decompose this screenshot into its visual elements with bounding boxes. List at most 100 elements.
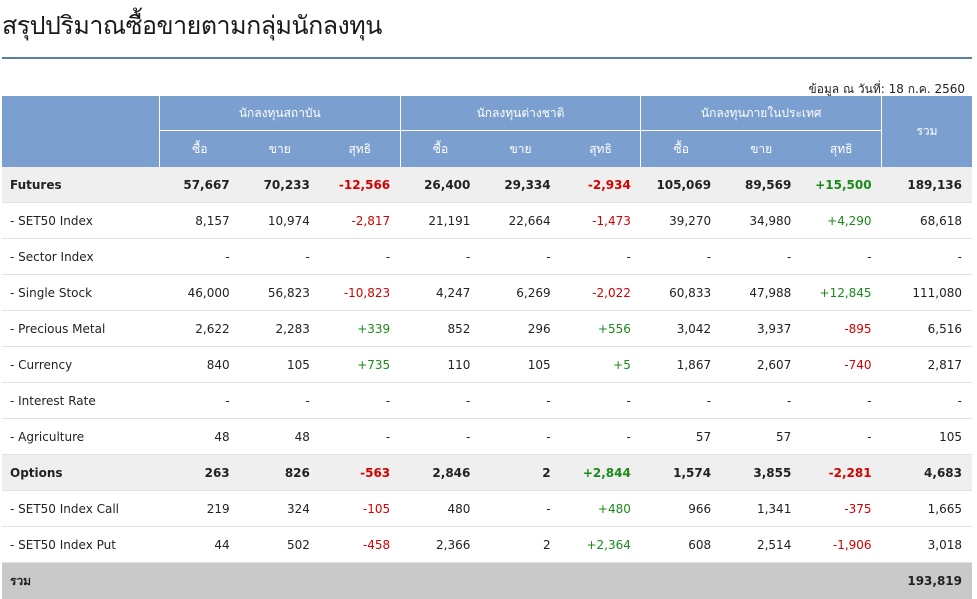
table-cell: 324 bbox=[240, 491, 320, 527]
table-cell: 2,283 bbox=[240, 311, 320, 347]
table-cell: 26,400 bbox=[400, 167, 480, 203]
table-cell: 502 bbox=[240, 527, 320, 563]
row-label: - SET50 Index Call bbox=[2, 491, 159, 527]
table-row: - Interest Rate---------- bbox=[2, 383, 972, 419]
table-cell bbox=[801, 563, 881, 599]
net-cell: - bbox=[320, 239, 400, 275]
row-label: - Precious Metal bbox=[2, 311, 159, 347]
table-cell: 57,667 bbox=[159, 167, 239, 203]
investor-trading-summary-table: นักลงทุนสถาบัน นักลงทุนต่างชาติ นักลงทุน… bbox=[2, 96, 972, 599]
net-cell: +480 bbox=[561, 491, 641, 527]
table-cell: 48 bbox=[159, 419, 239, 455]
table-cell: 852 bbox=[400, 311, 480, 347]
net-cell: - bbox=[561, 239, 641, 275]
table-cell: - bbox=[721, 239, 801, 275]
table-cell: 2,514 bbox=[721, 527, 801, 563]
table-cell: 46,000 bbox=[159, 275, 239, 311]
table-cell: - bbox=[240, 383, 320, 419]
table-cell: 296 bbox=[480, 311, 560, 347]
group-header-foreign: นักลงทุนต่างชาติ bbox=[400, 96, 641, 131]
net-cell: - bbox=[801, 239, 881, 275]
table-cell: 840 bbox=[159, 347, 239, 383]
table-cell: 6,269 bbox=[480, 275, 560, 311]
table-cell: 105 bbox=[480, 347, 560, 383]
net-cell: -2,934 bbox=[561, 167, 641, 203]
table-cell: - bbox=[480, 491, 560, 527]
net-cell: -375 bbox=[801, 491, 881, 527]
table-cell: 2,366 bbox=[400, 527, 480, 563]
total-cell: 111,080 bbox=[882, 275, 972, 311]
net-cell: -458 bbox=[320, 527, 400, 563]
net-cell: - bbox=[561, 419, 641, 455]
table-cell: 219 bbox=[159, 491, 239, 527]
net-cell: +556 bbox=[561, 311, 641, 347]
table-cell: 110 bbox=[400, 347, 480, 383]
table-cell: 826 bbox=[240, 455, 320, 491]
group-header-local: นักลงทุนภายในประเทศ bbox=[641, 96, 882, 131]
table-cell: - bbox=[641, 383, 721, 419]
total-cell: - bbox=[882, 383, 972, 419]
table-cell: 47,988 bbox=[721, 275, 801, 311]
table-row: - Precious Metal2,6222,283+339852296+556… bbox=[2, 311, 972, 347]
table-row: - Sector Index---------- bbox=[2, 239, 972, 275]
table-cell: 57 bbox=[641, 419, 721, 455]
net-cell: +735 bbox=[320, 347, 400, 383]
row-label: - Agriculture bbox=[2, 419, 159, 455]
total-cell: 189,136 bbox=[882, 167, 972, 203]
table-cell: 105 bbox=[240, 347, 320, 383]
net-cell: -895 bbox=[801, 311, 881, 347]
table-cell bbox=[480, 563, 560, 599]
total-cell: 105 bbox=[882, 419, 972, 455]
table-row: - SET50 Index Put44502-4582,3662+2,36460… bbox=[2, 527, 972, 563]
table-cell: - bbox=[480, 383, 560, 419]
table-cell: - bbox=[240, 239, 320, 275]
total-cell: 68,618 bbox=[882, 203, 972, 239]
table-cell: 1,574 bbox=[641, 455, 721, 491]
table-cell bbox=[159, 563, 239, 599]
row-label: Options bbox=[2, 455, 159, 491]
header-total: รวม bbox=[882, 96, 972, 167]
net-cell: - bbox=[801, 383, 881, 419]
table-cell: 966 bbox=[641, 491, 721, 527]
table-row: - Agriculture4848----5757-105 bbox=[2, 419, 972, 455]
net-cell: -740 bbox=[801, 347, 881, 383]
table-cell: 2 bbox=[480, 527, 560, 563]
table-cell: 2,846 bbox=[400, 455, 480, 491]
table-row: - SET50 Index Call219324-105480-+4809661… bbox=[2, 491, 972, 527]
table-cell bbox=[320, 563, 400, 599]
table-cell: - bbox=[721, 383, 801, 419]
category-row: Futures57,66770,233-12,56626,40029,334-2… bbox=[2, 167, 972, 203]
table-cell: 3,937 bbox=[721, 311, 801, 347]
subheader-sell: ขาย bbox=[240, 131, 320, 168]
table-cell: - bbox=[480, 419, 560, 455]
row-label: - Currency bbox=[2, 347, 159, 383]
net-cell: -105 bbox=[320, 491, 400, 527]
subheader-sell: ขาย bbox=[721, 131, 801, 168]
table-cell: 21,191 bbox=[400, 203, 480, 239]
table-cell: 4,247 bbox=[400, 275, 480, 311]
table-cell: 608 bbox=[641, 527, 721, 563]
total-cell: 6,516 bbox=[882, 311, 972, 347]
table-cell: - bbox=[480, 239, 560, 275]
net-cell: -2,281 bbox=[801, 455, 881, 491]
title-divider bbox=[2, 57, 972, 59]
table-cell: 3,042 bbox=[641, 311, 721, 347]
subheader-net: สุทธิ bbox=[801, 131, 881, 168]
table-row: - SET50 Index8,15710,974-2,81721,19122,6… bbox=[2, 203, 972, 239]
net-cell: +339 bbox=[320, 311, 400, 347]
table-cell bbox=[721, 563, 801, 599]
subheader-buy: ซื้อ bbox=[400, 131, 480, 168]
table-cell: - bbox=[159, 239, 239, 275]
table-cell: 2 bbox=[480, 455, 560, 491]
table-cell: - bbox=[641, 239, 721, 275]
table-cell: 2,607 bbox=[721, 347, 801, 383]
table-cell: 29,334 bbox=[480, 167, 560, 203]
net-cell: +4,290 bbox=[801, 203, 881, 239]
table-cell: 89,569 bbox=[721, 167, 801, 203]
net-cell: -1,906 bbox=[801, 527, 881, 563]
table-cell: 48 bbox=[240, 419, 320, 455]
net-cell: +12,845 bbox=[801, 275, 881, 311]
table-body: Futures57,66770,233-12,56626,40029,334-2… bbox=[2, 167, 972, 599]
table-cell: 22,664 bbox=[480, 203, 560, 239]
net-cell: -2,817 bbox=[320, 203, 400, 239]
